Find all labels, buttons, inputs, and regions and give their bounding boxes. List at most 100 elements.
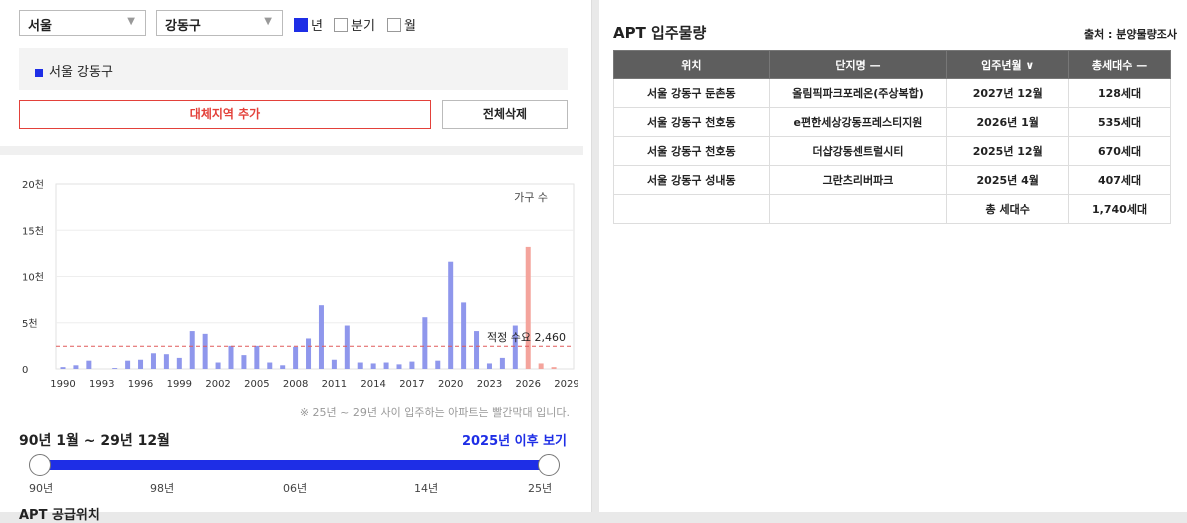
- bar: [215, 362, 221, 369]
- bar: [125, 360, 131, 369]
- bar: [176, 357, 182, 369]
- y-tick-label: 15천: [22, 225, 44, 237]
- supply-table: 위치 단지명 — 입주년월 ∨ 총세대수 — 서울 강동구 둔촌동 올림픽파크포…: [613, 50, 1171, 224]
- cell-location: 서울 강동구 둔촌동: [613, 78, 770, 108]
- cell-households: 407세대: [1068, 165, 1171, 195]
- supply-location-title: APT 공급위치: [19, 508, 100, 523]
- bar: [254, 345, 260, 369]
- cell-move-in: 2025년 12월: [946, 136, 1070, 166]
- checkbox-unchecked-icon: [334, 17, 348, 32]
- x-tick-label: 2002: [205, 379, 230, 390]
- bar: [138, 359, 144, 369]
- y-tick-label: 10천: [22, 272, 44, 284]
- header-location[interactable]: 위치: [613, 50, 770, 79]
- range-slider-start-handle[interactable]: [29, 454, 51, 476]
- bar: [73, 365, 79, 369]
- period-year-checkbox[interactable]: 년: [294, 15, 323, 34]
- bar: [370, 363, 376, 369]
- district-select-value: 강동구: [165, 19, 201, 34]
- x-tick-label: 2005: [244, 379, 269, 390]
- x-tick-label: 1990: [50, 379, 75, 390]
- checkbox-unchecked-icon: [387, 17, 401, 32]
- range-tick: 90년: [29, 482, 54, 495]
- y-tick-label: 0: [22, 365, 28, 376]
- total-label: 총 세대수: [946, 194, 1070, 224]
- range-tick: 98년: [150, 482, 175, 495]
- x-tick-label: 2017: [399, 379, 424, 390]
- bar: [344, 325, 350, 369]
- left-panel: 서울 ▼ 강동구 ▼ 년 분기 월 서울 강동구 대체지역 추가 전체삭제 20…: [0, 0, 592, 523]
- bar: [448, 261, 454, 369]
- bar: [551, 367, 557, 369]
- range-label: 90년 1월 ~ 29년 12월: [19, 433, 170, 449]
- bar: [538, 363, 544, 369]
- y-tick-label: 20천: [22, 179, 44, 191]
- total-value: 1,740세대: [1068, 194, 1171, 224]
- source-label: 출처 : 분양물량조사: [1083, 28, 1177, 41]
- bar: [422, 317, 428, 369]
- bar: [112, 368, 118, 369]
- city-select[interactable]: 서울 ▼: [19, 10, 146, 36]
- x-tick-label: 2020: [438, 379, 463, 390]
- bar: [306, 338, 312, 369]
- supply-bar-chart: 20천 15천 10천 5천 0 1990 1993 1996 1999 2002 2005 2008…: [22, 179, 578, 390]
- table-row[interactable]: 서울 강동구 둔촌동 올림픽파크포레온(주상복합) 2027년 12월 128세…: [613, 78, 1171, 108]
- reference-line-label: 적정 수요 2,460: [487, 331, 566, 344]
- bar: [280, 365, 286, 369]
- bar: [241, 355, 247, 369]
- bar: [150, 353, 156, 369]
- cell-complex: 그란츠리버파크: [768, 165, 948, 195]
- bar: [318, 305, 324, 369]
- range-tick: 06년: [283, 482, 308, 495]
- table-row[interactable]: 서울 강동구 성내동 그란츠리버파크 2025년 4월 407세대: [613, 165, 1171, 195]
- cell-complex: 더샵강동센트럴시티: [768, 136, 948, 166]
- x-tick-label: 2011: [322, 379, 347, 390]
- header-households[interactable]: 총세대수 —: [1068, 50, 1171, 79]
- x-tick-label: 2008: [283, 379, 308, 390]
- table-header-row: 위치 단지명 — 입주년월 ∨ 총세대수 —: [613, 50, 1171, 79]
- delete-all-button[interactable]: 전체삭제: [442, 100, 568, 129]
- bar: [189, 331, 195, 369]
- cell-move-in: 2025년 4월: [946, 165, 1070, 195]
- y-tick-label: 5천: [22, 318, 38, 330]
- bar: [383, 362, 389, 369]
- range-tick: 25년: [528, 482, 553, 495]
- cell-households: 670세대: [1068, 136, 1171, 166]
- future-view-link[interactable]: 2025년 이후 보기: [462, 430, 567, 449]
- cell-households: 128세대: [1068, 78, 1171, 108]
- bar: [163, 354, 169, 369]
- table-row[interactable]: 서울 강동구 천호동 e편한세상강동프레스티지원 2026년 1월 535세대: [613, 107, 1171, 137]
- range-tick: 14년: [414, 482, 439, 495]
- cell-move-in: 2026년 1월: [946, 107, 1070, 137]
- period-month-checkbox[interactable]: 월: [387, 15, 416, 34]
- region-square-icon: [35, 68, 43, 77]
- period-month-label: 월: [404, 19, 416, 34]
- period-year-label: 년: [311, 19, 323, 34]
- table-total-row: 총 세대수 1,740세대: [613, 194, 1171, 224]
- cell-location: 서울 강동구 성내동: [613, 165, 770, 195]
- header-move-in[interactable]: 입주년월 ∨: [946, 50, 1070, 79]
- x-tick-label: 1996: [128, 379, 153, 390]
- bar: [202, 333, 208, 369]
- chevron-down-icon: ▼: [264, 16, 272, 27]
- bar: [435, 360, 441, 369]
- bar: [525, 246, 531, 369]
- add-region-button[interactable]: 대체지역 추가: [19, 100, 431, 129]
- table-row[interactable]: 서울 강동구 천호동 더샵강동센트럴시티 2025년 12월 670세대: [613, 136, 1171, 166]
- district-select[interactable]: 강동구 ▼: [156, 10, 283, 36]
- cell-location: 서울 강동구 천호동: [613, 107, 770, 137]
- bar: [86, 360, 92, 369]
- bar: [331, 359, 337, 369]
- cell-empty: [613, 194, 770, 224]
- cell-empty: [768, 194, 948, 224]
- range-slider-track[interactable]: [40, 460, 549, 470]
- bar: [499, 357, 505, 369]
- cell-complex: e편한세상강동프레스티지원: [768, 107, 948, 137]
- header-complex[interactable]: 단지명 —: [768, 50, 948, 79]
- bar: [396, 364, 402, 369]
- city-select-value: 서울: [28, 19, 52, 34]
- bar: [409, 361, 415, 369]
- range-slider-end-handle[interactable]: [538, 454, 560, 476]
- period-quarter-checkbox[interactable]: 분기: [334, 15, 375, 34]
- chevron-down-icon: ▼: [127, 16, 135, 27]
